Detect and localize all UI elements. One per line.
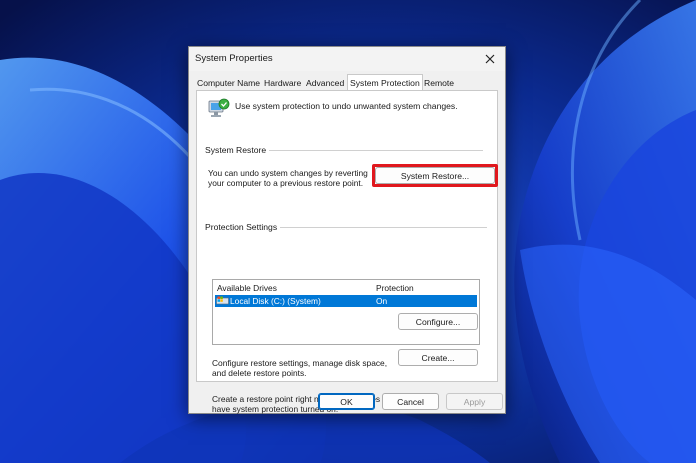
drive-name: Local Disk (C:) (System) [230, 296, 321, 306]
system-restore-description: You can undo system changes by reverting… [208, 168, 368, 188]
close-button[interactable] [477, 48, 503, 70]
tab-strip: Computer Name Hardware Advanced System P… [189, 74, 505, 92]
system-properties-dialog: System Properties Computer Name Hardware… [188, 46, 506, 414]
configure-button[interactable]: Configure... [398, 313, 478, 330]
apply-button[interactable]: Apply [446, 393, 503, 410]
create-button[interactable]: Create... [398, 349, 478, 366]
system-protection-icon [208, 98, 230, 117]
window-title: System Properties [195, 53, 273, 64]
tab-computer-name[interactable]: Computer Name [197, 78, 260, 88]
close-icon [485, 54, 495, 64]
system-protection-panel: Use system protection to undo unwanted s… [196, 90, 498, 414]
tab-remote[interactable]: Remote [424, 78, 454, 88]
drives-list[interactable]: Available Drives Protection Local Disk (… [212, 279, 480, 345]
tab-advanced[interactable]: Advanced [306, 78, 344, 88]
system-restore-button[interactable]: System Restore... [375, 167, 495, 184]
title-bar[interactable]: System Properties [189, 47, 505, 71]
tab-hardware[interactable]: Hardware [264, 78, 301, 88]
cancel-button[interactable]: Cancel [382, 393, 439, 410]
system-restore-heading: System Restore [205, 145, 270, 155]
configure-description: Configure restore settings, manage disk … [212, 358, 388, 378]
intro-text: Use system protection to undo unwanted s… [235, 101, 458, 111]
column-header-protection: Protection [376, 283, 414, 293]
drive-row[interactable]: Local Disk (C:) (System) On [215, 295, 477, 307]
ok-button[interactable]: OK [318, 393, 375, 410]
drive-protection-status: On [376, 296, 388, 306]
drive-icon [216, 296, 229, 305]
protection-settings-heading: Protection Settings [205, 222, 281, 232]
column-header-drives: Available Drives [217, 283, 277, 293]
